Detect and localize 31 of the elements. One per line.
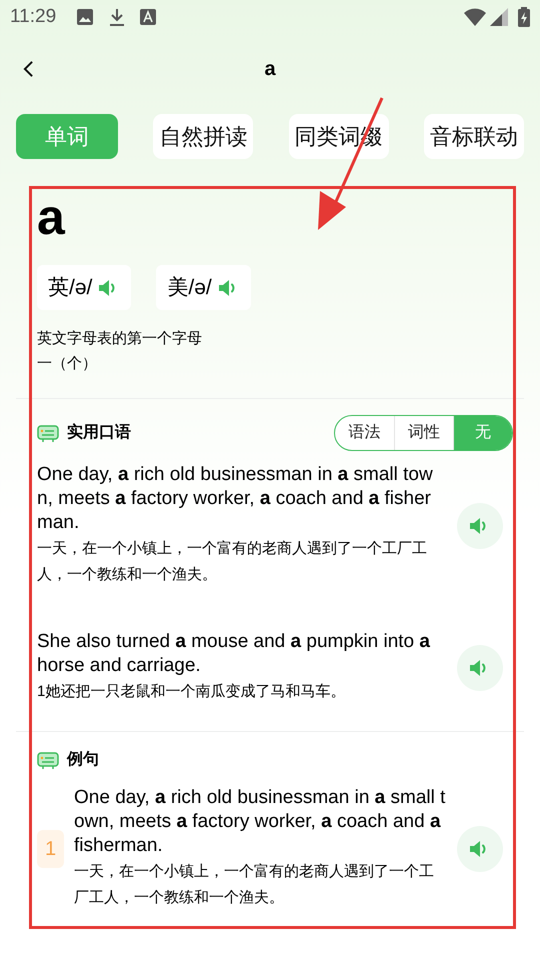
translation-text: 一天，在一个小镇上，一个富有的老商人遇到了一个工厂工人，一个教练和一个渔夫。: [37, 539, 428, 585]
sentence-text: One day, a rich old businessman in a small town, meets a factory worker, a coach and a fisherman.: [74, 786, 446, 858]
signal-icon: [490, 8, 508, 26]
image-icon: [76, 8, 94, 26]
filter-option[interactable]: 语法: [335, 416, 394, 450]
headword: a: [37, 189, 66, 245]
tv-icon: [37, 750, 59, 770]
page-title: a: [264, 57, 276, 82]
tab[interactable]: 音标联动: [424, 114, 524, 159]
translation-text: 一天，在一个小镇上，一个富有的老商人遇到了一个工厂工人，一个教练和一个渔夫。: [74, 862, 435, 908]
battery-icon: [518, 7, 530, 27]
play-audio-button[interactable]: [457, 826, 503, 872]
sentence-text: She also turned a mouse and a pumpkin into a horse and carriage.: [37, 630, 431, 678]
definition-text: 一（个）: [37, 354, 98, 374]
play-audio-button[interactable]: [457, 644, 503, 690]
section-title: 例句: [67, 750, 99, 770]
tv-icon: [37, 423, 59, 443]
section-title: 实用口语: [67, 422, 131, 443]
definition-text: 英文字母表的第一个字母: [37, 329, 203, 349]
download-icon: [108, 8, 126, 26]
sentence-text: One day, a rich old businessman in a small town, meets a factory worker, a coach and a fisherman.: [37, 463, 434, 535]
status-time: 11:29: [10, 4, 56, 29]
pronunciation-button[interactable]: 美/ə/: [156, 265, 251, 310]
wifi-icon: [464, 8, 486, 26]
translation-text: 1她还把一只老鼠和一个南瓜变成了马和马车。: [37, 682, 346, 702]
tab[interactable]: 自然拼读: [153, 114, 254, 159]
back-icon: [22, 60, 34, 78]
pronunciation-button[interactable]: 英/ə/: [37, 265, 132, 310]
text-icon: [140, 9, 156, 25]
play-audio-button[interactable]: [457, 502, 503, 548]
number-badge: 1: [37, 830, 64, 868]
